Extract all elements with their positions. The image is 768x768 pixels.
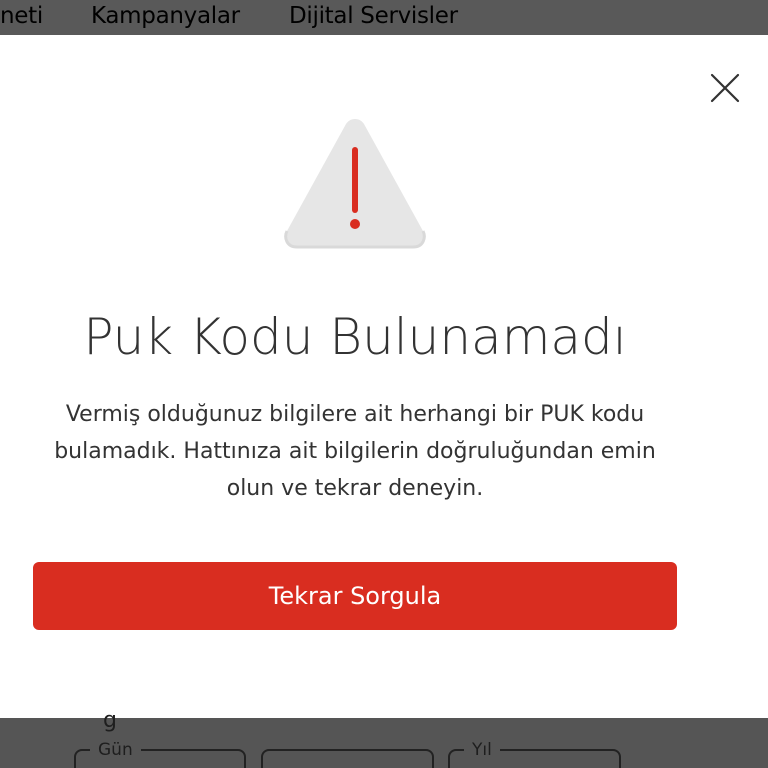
modal-title: Puk Kodu Bulunamadı	[83, 308, 627, 366]
year-label: Yıl	[464, 740, 500, 760]
month-field[interactable]	[261, 749, 434, 768]
warning-icon	[284, 119, 426, 249]
modal-message: Vermiş olduğunuz bilgilere ait herhangi …	[54, 402, 656, 501]
nav-item-campaigns[interactable]: Kampanyalar	[91, 3, 240, 29]
year-field[interactable]: Yıl	[448, 740, 621, 768]
day-field[interactable]: Gün	[74, 740, 246, 768]
partial-text: g	[103, 708, 117, 733]
date-form: g Gün Yıl	[0, 708, 768, 768]
day-label: Gün	[90, 740, 141, 760]
retry-query-button[interactable]: Tekrar Sorgula	[33, 562, 677, 630]
error-modal: Puk Kodu Bulunamadı Vermiş olduğunuz bil…	[0, 35, 768, 718]
close-icon[interactable]	[706, 69, 744, 107]
nav-item-partial[interactable]: neti	[0, 3, 43, 29]
top-navigation: neti Kampanyalar Dijital Servisler	[0, 0, 768, 35]
nav-item-digital-services[interactable]: Dijital Servisler	[289, 3, 458, 29]
close-button[interactable]	[706, 69, 744, 107]
